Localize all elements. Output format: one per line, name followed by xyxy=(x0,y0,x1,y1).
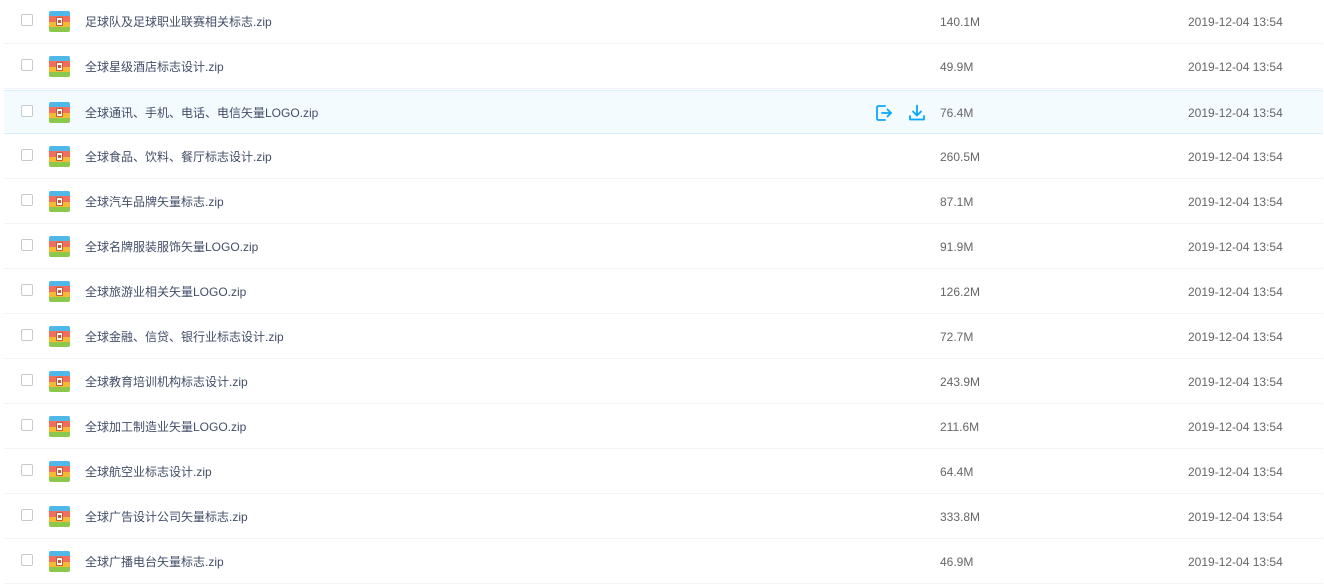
file-size: 72.7M xyxy=(940,330,974,344)
zip-archive-icon xyxy=(49,371,70,392)
file-list: 足球队及足球职业联赛相关标志.zip 140.1M 2019-12-04 13:… xyxy=(0,0,1324,587)
row-checkbox[interactable] xyxy=(21,509,33,521)
file-size: 87.1M xyxy=(940,195,974,209)
file-date: 2019-12-04 13:54 xyxy=(1188,465,1283,479)
file-name-link[interactable]: 全球加工制造业矢量LOGO.zip xyxy=(85,419,246,435)
file-row[interactable]: 全球旅游业相关矢量LOGO.zip 126.2M 2019-12-04 13:5… xyxy=(4,270,1323,314)
file-row[interactable]: 全球金融、信贷、银行业标志设计.zip 72.7M 2019-12-04 13:… xyxy=(4,315,1323,359)
download-icon[interactable] xyxy=(907,103,927,123)
file-name-link[interactable]: 全球食品、饮料、餐厅标志设计.zip xyxy=(85,149,272,165)
file-name-link[interactable]: 全球汽车品牌矢量标志.zip xyxy=(85,194,224,210)
zip-archive-icon xyxy=(49,146,70,167)
file-size: 243.9M xyxy=(940,375,981,389)
file-size: 76.4M xyxy=(940,106,974,120)
zip-archive-icon xyxy=(49,551,70,572)
zip-archive-icon xyxy=(49,102,70,123)
file-size: 64.4M xyxy=(940,465,974,479)
file-row[interactable]: 全球汽车品牌矢量标志.zip 87.1M 2019-12-04 13:54 xyxy=(4,180,1323,224)
file-row[interactable]: 足球队及足球职业联赛相关标志.zip 140.1M 2019-12-04 13:… xyxy=(4,0,1323,44)
file-size: 333.8M xyxy=(940,510,981,524)
zip-archive-icon xyxy=(49,461,70,482)
file-name-link[interactable]: 全球航空业标志设计.zip xyxy=(85,464,212,480)
row-checkbox[interactable] xyxy=(21,464,33,476)
row-checkbox[interactable] xyxy=(21,194,33,206)
file-name-link[interactable]: 全球教育培训机构标志设计.zip xyxy=(85,374,248,390)
file-date: 2019-12-04 13:54 xyxy=(1188,150,1283,164)
zip-archive-icon xyxy=(49,506,70,527)
zip-archive-icon xyxy=(49,416,70,437)
share-icon[interactable] xyxy=(874,103,894,123)
file-row[interactable]: 全球航空业标志设计.zip 64.4M 2019-12-04 13:54 xyxy=(4,450,1323,494)
file-date: 2019-12-04 13:54 xyxy=(1188,555,1283,569)
zip-archive-icon xyxy=(49,236,70,257)
row-checkbox[interactable] xyxy=(21,105,33,117)
file-row[interactable]: 全球通讯、手机、电话、电信矢量LOGO.zip 76.4M 2019-12-04… xyxy=(4,90,1323,134)
row-checkbox[interactable] xyxy=(21,149,33,161)
file-date: 2019-12-04 13:54 xyxy=(1188,240,1283,254)
zip-archive-icon xyxy=(49,11,70,32)
row-checkbox[interactable] xyxy=(21,59,33,71)
file-date: 2019-12-04 13:54 xyxy=(1188,195,1283,209)
file-row[interactable]: 全球食品、饮料、餐厅标志设计.zip 260.5M 2019-12-04 13:… xyxy=(4,135,1323,179)
file-row[interactable]: 全球星级酒店标志设计.zip 49.9M 2019-12-04 13:54 xyxy=(4,45,1323,89)
file-size: 126.2M xyxy=(940,285,981,299)
file-name-link[interactable]: 全球旅游业相关矢量LOGO.zip xyxy=(85,284,246,300)
file-date: 2019-12-04 13:54 xyxy=(1188,420,1283,434)
file-row[interactable]: 全球名牌服装服饰矢量LOGO.zip 91.9M 2019-12-04 13:5… xyxy=(4,225,1323,269)
file-row[interactable]: 全球广播电台矢量标志.zip 46.9M 2019-12-04 13:54 xyxy=(4,540,1323,584)
file-name-link[interactable]: 全球星级酒店标志设计.zip xyxy=(85,59,224,75)
file-name-link[interactable]: 全球金融、信贷、银行业标志设计.zip xyxy=(85,329,284,345)
file-date: 2019-12-04 13:54 xyxy=(1188,375,1283,389)
row-checkbox[interactable] xyxy=(21,239,33,251)
row-checkbox[interactable] xyxy=(21,14,33,26)
file-date: 2019-12-04 13:54 xyxy=(1188,106,1283,120)
file-date: 2019-12-04 13:54 xyxy=(1188,15,1283,29)
row-checkbox[interactable] xyxy=(21,284,33,296)
row-checkbox[interactable] xyxy=(21,419,33,431)
file-name-link[interactable]: 全球通讯、手机、电话、电信矢量LOGO.zip xyxy=(85,105,318,121)
file-size: 260.5M xyxy=(940,150,981,164)
file-date: 2019-12-04 13:54 xyxy=(1188,60,1283,74)
file-name-link[interactable]: 足球队及足球职业联赛相关标志.zip xyxy=(85,14,272,30)
file-date: 2019-12-04 13:54 xyxy=(1188,330,1283,344)
file-name-link[interactable]: 全球广告设计公司矢量标志.zip xyxy=(85,509,248,525)
zip-archive-icon xyxy=(49,56,70,77)
file-size: 46.9M xyxy=(940,555,974,569)
file-name-link[interactable]: 全球名牌服装服饰矢量LOGO.zip xyxy=(85,239,258,255)
zip-archive-icon xyxy=(49,281,70,302)
zip-archive-icon xyxy=(49,191,70,212)
row-checkbox[interactable] xyxy=(21,554,33,566)
file-row[interactable]: 全球教育培训机构标志设计.zip 243.9M 2019-12-04 13:54 xyxy=(4,360,1323,404)
row-checkbox[interactable] xyxy=(21,374,33,386)
zip-archive-icon xyxy=(49,326,70,347)
file-name-link[interactable]: 全球广播电台矢量标志.zip xyxy=(85,554,224,570)
file-size: 49.9M xyxy=(940,60,974,74)
file-row[interactable]: 全球广告设计公司矢量标志.zip 333.8M 2019-12-04 13:54 xyxy=(4,495,1323,539)
row-checkbox[interactable] xyxy=(21,329,33,341)
file-date: 2019-12-04 13:54 xyxy=(1188,285,1283,299)
file-size: 211.6M xyxy=(940,420,980,434)
file-row[interactable]: 全球加工制造业矢量LOGO.zip 211.6M 2019-12-04 13:5… xyxy=(4,405,1323,449)
file-size: 91.9M xyxy=(940,240,974,254)
file-date: 2019-12-04 13:54 xyxy=(1188,510,1283,524)
file-size: 140.1M xyxy=(940,15,981,29)
